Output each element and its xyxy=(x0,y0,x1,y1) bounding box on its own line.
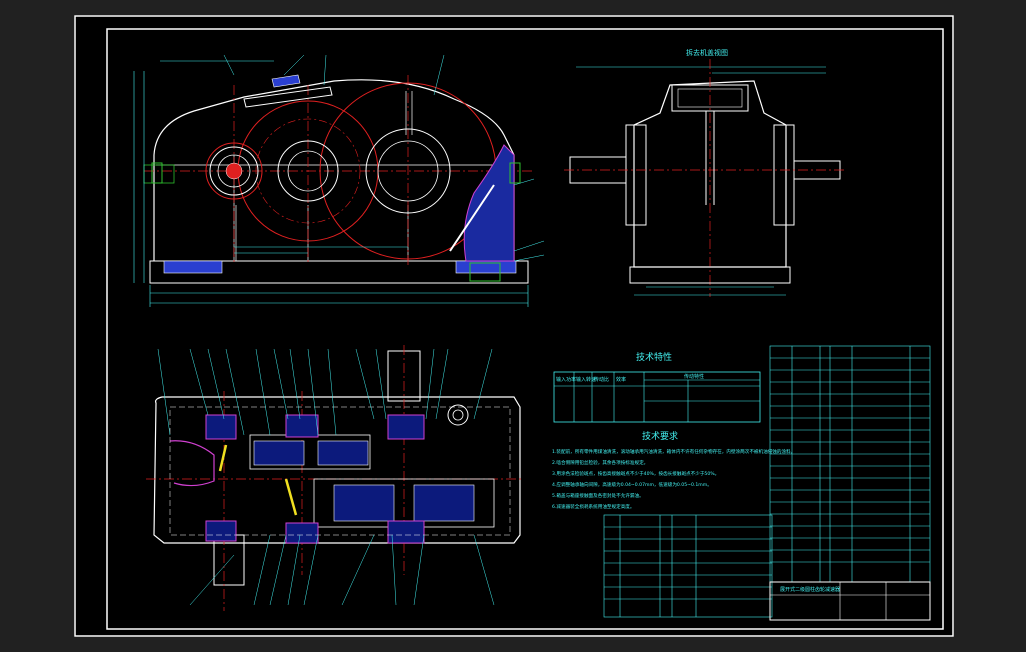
cad-viewport[interactable]: 拆去机盖视图 技术特性 输入功率 输入转速 传动比 效率 传动特性 技术要求 1… xyxy=(0,0,1026,652)
tech-req-line-1: 1.装配前，所有零件用煤油清洗，滚动轴承用汽油清洗，箱体内不许有任何杂物存在，内… xyxy=(552,448,795,455)
title-block-name: 展开式二级圆柱齿轮减速器 xyxy=(780,586,840,593)
tech-req-line-6: 6.减速器装全损耗系统用油至规定高度。 xyxy=(552,503,634,510)
title-block: 展开式二级圆柱齿轮减速器 xyxy=(769,581,931,621)
drawing-canvas: 拆去机盖视图 技术特性 输入功率 输入转速 传动比 效率 传动特性 技术要求 1… xyxy=(74,15,954,637)
tech-req-line-2: 2.啮合侧隙用铅丝检验，其余各项按标准规定。 xyxy=(552,459,648,466)
side-view-title: 拆去机盖视图 xyxy=(686,48,728,57)
tech-req-line-4: 4.应调整轴承轴向间隙，高速级为0.04~0.07mm，低速级为0.05~0.1… xyxy=(552,481,712,488)
side-view: 拆去机盖视图 xyxy=(564,48,846,297)
tech-req-title: 技术要求 xyxy=(642,430,678,442)
tech-req-line-3: 3.用涂色法检验斑点，按齿高接触斑点不少于40%，按齿长接触斑点不少于50%。 xyxy=(552,470,719,477)
front-view xyxy=(133,54,545,307)
plan-view xyxy=(146,345,524,611)
tech-char-col3: 传动比 xyxy=(594,376,609,383)
tech-char-title: 技术特性 xyxy=(636,351,672,363)
tech-char-table: 技术特性 输入功率 输入转速 传动比 效率 传动特性 xyxy=(553,351,761,423)
tech-char-col2: 输入转速 xyxy=(576,376,596,383)
tech-char-header-right: 传动特性 xyxy=(684,373,704,380)
tech-char-col1: 输入功率 xyxy=(556,376,576,383)
parts-list-right xyxy=(769,345,931,583)
tech-char-col4: 效率 xyxy=(616,376,626,383)
tech-req: 技术要求 1.装配前，所有零件用煤油清洗，滚动轴承用汽油清洗，箱体内不许有任何杂… xyxy=(552,430,795,510)
drawing-sheet: 拆去机盖视图 技术特性 输入功率 输入转速 传动比 效率 传动特性 技术要求 1… xyxy=(74,15,954,637)
parts-list-bottom xyxy=(603,514,773,618)
tech-req-line-5: 5.箱盖与箱座接触面及各密封处不允许漏油。 xyxy=(552,492,644,499)
